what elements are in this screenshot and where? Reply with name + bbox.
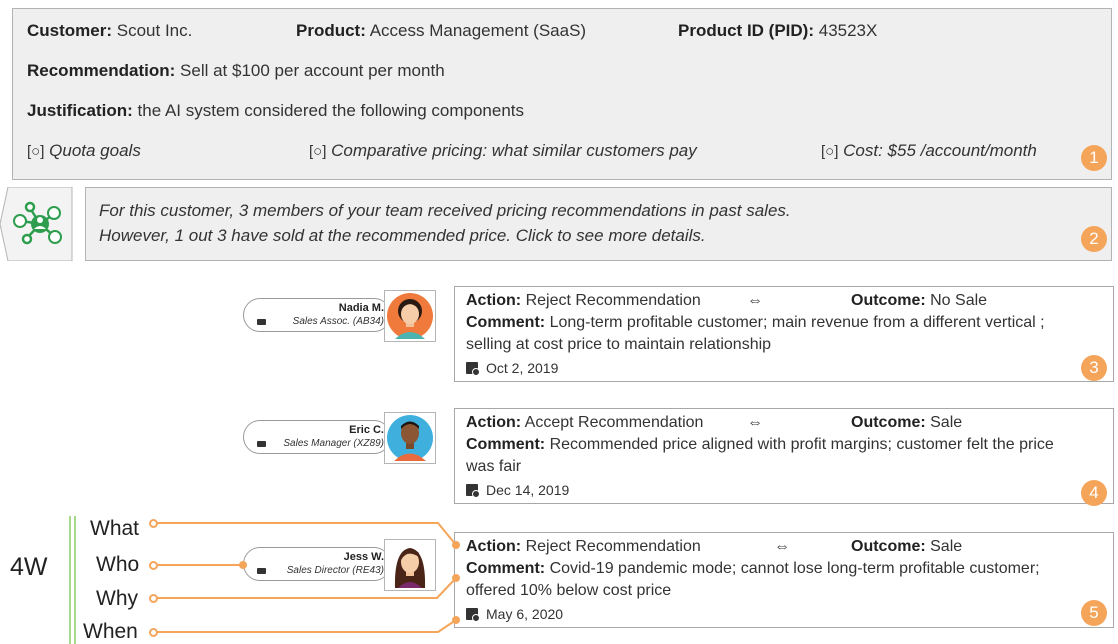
connector-dot <box>149 561 158 570</box>
connector-end-dot <box>239 561 247 569</box>
connector-end-dot <box>452 616 460 624</box>
connector-dot <box>149 594 158 603</box>
connector-dot <box>149 628 158 637</box>
connector-end-dot <box>452 574 460 582</box>
connector-dot <box>149 519 158 528</box>
connector-end-dot <box>452 541 460 549</box>
four-w-connectors <box>153 522 457 633</box>
